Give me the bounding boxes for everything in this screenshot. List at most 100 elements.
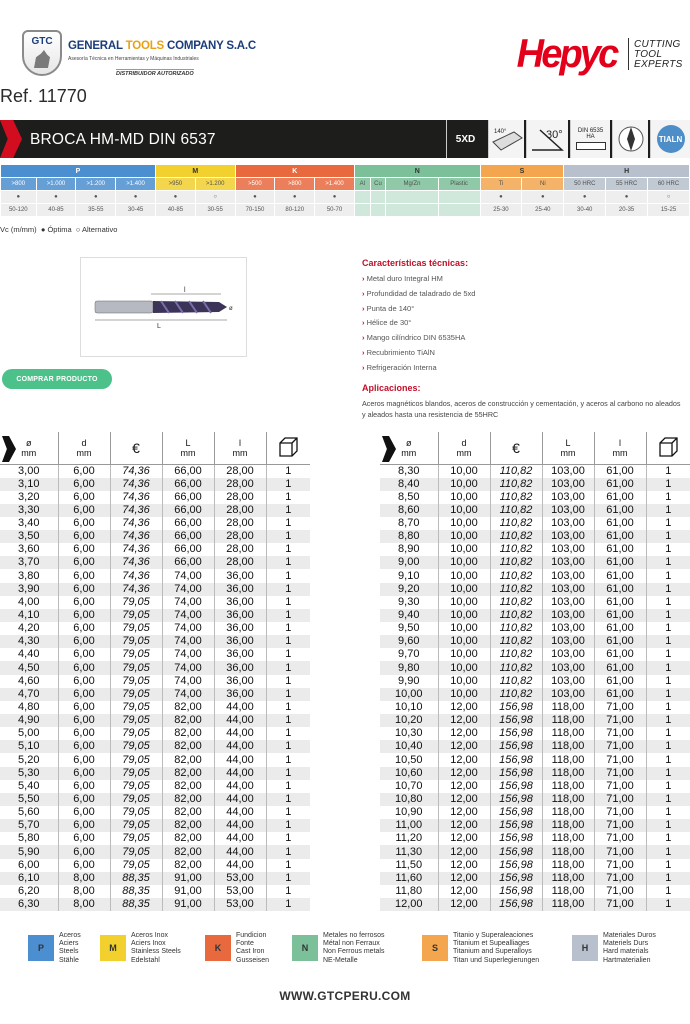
- table-cell: 10,30: [380, 727, 439, 741]
- table-cell: 74,36: [110, 464, 163, 478]
- table-cell: 44,00: [214, 832, 267, 846]
- table-row: 3,10 6,00 74,36 66,00 28,00 1: [0, 477, 310, 491]
- table-cell: 61,00: [594, 608, 647, 623]
- table-cell: 1: [266, 556, 310, 570]
- table-cell: 28,00: [214, 556, 267, 570]
- table-cell: 79,05: [110, 806, 163, 820]
- table-cell: 6,30: [0, 898, 59, 912]
- table-cell: 6,00: [58, 845, 111, 859]
- table-cell: 79,05: [110, 714, 163, 728]
- table-cell: 44,00: [214, 779, 267, 793]
- table-cell: 1: [665, 490, 672, 503]
- table-row: 5,90 6,00 79,05 82,00 44,00 1: [0, 845, 310, 859]
- table-cell: 1: [665, 648, 672, 661]
- table-row: 11,30 12,00 156,98 118,00 71,00 1: [380, 845, 690, 859]
- table-cell: 156,98: [490, 766, 543, 780]
- list-item: Metal duro Integral HM: [362, 274, 475, 289]
- table-cell: 103,00: [542, 530, 595, 544]
- table-row: 4,40 6,00 79,05 74,00 36,00 1: [0, 648, 310, 662]
- features-heading: Características técnicas:: [362, 258, 469, 268]
- table-cell: 82,00: [162, 832, 215, 846]
- table-cell: 1: [646, 714, 690, 728]
- table-cell: 36,00: [214, 648, 267, 662]
- table-cell: 6,00: [58, 779, 111, 793]
- table-row: 4,80 6,00 79,05 82,00 44,00 1: [0, 700, 310, 715]
- table-cell: 10,20: [380, 714, 439, 728]
- table-cell: 8,40: [380, 477, 439, 491]
- table-cell: 1: [646, 898, 690, 912]
- material-subgroup: >1.200: [194, 177, 236, 191]
- table-cell: 12,00: [438, 753, 491, 767]
- column-header: Lmm: [542, 432, 595, 465]
- table-cell: 1: [285, 464, 292, 477]
- table-cell: 82,00: [162, 819, 215, 833]
- tialn-coating-icon: TIALN: [656, 125, 685, 153]
- table-cell: 118,00: [542, 845, 595, 859]
- table-cell: 1: [266, 477, 310, 491]
- table-cell: 44,00: [214, 740, 267, 754]
- table-row: 3,50 6,00 74,36 66,00 28,00 1: [0, 530, 310, 544]
- table-cell: 6,00: [58, 700, 111, 715]
- table-cell: 71,00: [594, 792, 647, 807]
- table-cell: 103,00: [542, 635, 595, 649]
- suitability-mark: ●: [521, 190, 565, 204]
- material-subgroup: >1.200: [75, 177, 117, 191]
- table-cell: 1: [665, 516, 672, 529]
- table-cell: 36,00: [214, 674, 267, 688]
- table-cell: 6,00: [58, 595, 111, 609]
- table-cell: 6,00: [58, 687, 111, 701]
- table-cell: 1: [646, 503, 690, 517]
- table-row: 4,30 6,00 79,05 74,00 36,00 1: [0, 635, 310, 649]
- table-cell: 6,00: [0, 858, 59, 872]
- table-cell: 36,00: [214, 622, 267, 636]
- table-cell: 110,82: [490, 464, 543, 478]
- table-cell: 103,00: [542, 687, 595, 701]
- legend-item-H: H Materiales Duros Materiels Durs Hard mate…: [572, 932, 656, 965]
- table-row: 5,10 6,00 79,05 82,00 44,00 1: [0, 740, 310, 754]
- table-cell: 3,80: [0, 569, 59, 583]
- applications-heading: Aplicaciones:: [362, 383, 421, 393]
- material-subgroup: Mg/Zn: [385, 177, 439, 191]
- table-cell: 61,00: [594, 464, 647, 478]
- legend-swatch: N: [292, 935, 318, 962]
- list-item: Mango cilíndrico DIN 6535HA: [362, 333, 475, 348]
- buy-product-button[interactable]: COMPRAR PRODUCTO: [2, 369, 112, 389]
- table-cell: 118,00: [542, 819, 595, 833]
- legend-item-S: S Titanio y Superaleaciones Titanium et Su…: [422, 932, 539, 965]
- suitability-mark: ●: [115, 190, 156, 204]
- internal-cooling-icon: [612, 120, 648, 158]
- table-cell: 74,36: [110, 490, 163, 504]
- table-cell: 12,00: [438, 766, 491, 780]
- table-cell: 5,60: [0, 806, 59, 820]
- table-cell: 44,00: [214, 819, 267, 833]
- sizes-table-right: ø mm d mm € Lmm l mm 8,30 10,00 110,82 103,00 61,00 1…: [380, 432, 690, 912]
- cutting-speed: 70-150: [234, 203, 276, 217]
- table-row: 11,80 12,00 156,98 118,00 71,00 1: [380, 884, 690, 898]
- table-row: 5,00 6,00 79,05 82,00 44,00 1: [0, 727, 310, 741]
- table-cell: 71,00: [594, 700, 647, 715]
- table-cell: 118,00: [542, 779, 595, 793]
- table-cell: 1: [266, 582, 310, 596]
- suitability-mark: ●: [563, 190, 607, 204]
- footer-url[interactable]: WWW.GTCPERU.COM: [0, 989, 690, 1003]
- table-cell: 4,60: [0, 674, 59, 688]
- table-cell: 6,00: [58, 503, 111, 517]
- table-cell: 1: [285, 516, 292, 529]
- cutting-speed: 30-55: [194, 203, 236, 217]
- table-cell: 82,00: [162, 806, 215, 820]
- list-item: Refrigeración Interna: [362, 363, 475, 378]
- table-row: 5,50 6,00 79,05 82,00 44,00 1: [0, 792, 310, 807]
- svg-text:140°: 140°: [494, 129, 507, 135]
- table-cell: 6,00: [58, 608, 111, 623]
- table-cell: 74,00: [162, 582, 215, 596]
- legend-text: Aceros Aciers Steels Stähle: [59, 932, 81, 964]
- table-cell: 28,00: [214, 543, 267, 557]
- table-cell: 12,00: [438, 845, 491, 859]
- table-cell: 91,00: [162, 871, 215, 885]
- table-cell: 1: [266, 740, 310, 754]
- table-cell: 10,40: [380, 740, 439, 754]
- table-cell: 1: [285, 753, 292, 766]
- column-header: ø mm: [380, 432, 439, 465]
- table-cell: 3,60: [0, 543, 59, 557]
- table-cell: 1: [285, 806, 292, 819]
